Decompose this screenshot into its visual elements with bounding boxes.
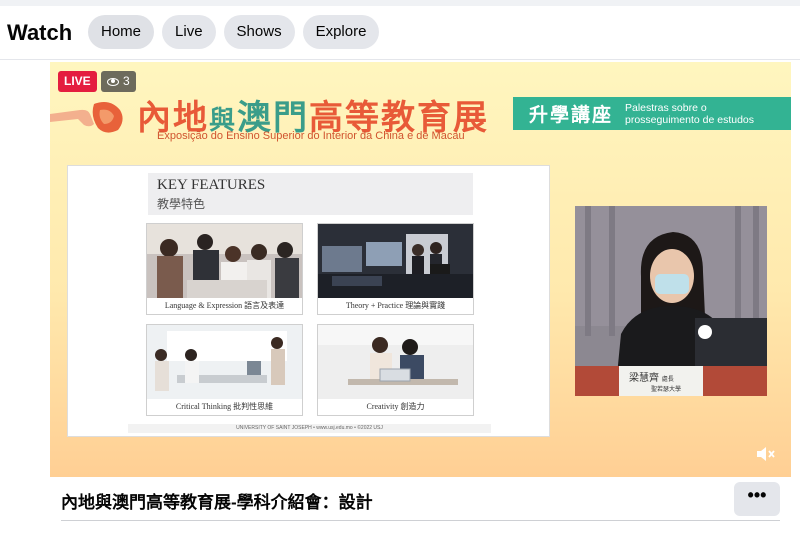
- video-player[interactable]: LIVE 3 內地與澳門高等教育展 Exposição do Ensino Su…: [50, 62, 791, 477]
- slide-footer: UNIVERSITY OF SAINT JOSEPH • www.usj.edu…: [128, 424, 491, 433]
- design-students-photo: [318, 325, 473, 399]
- more-options-button[interactable]: •••: [734, 482, 780, 516]
- seminar-banner: 升學講座 Palestras sobre o prosseguimento de…: [513, 97, 791, 130]
- card-caption-critical: Critical Thinking 批判性思維: [175, 402, 274, 411]
- nameplate-role-text: 處長: [661, 377, 674, 383]
- presenter-photo: [575, 206, 767, 396]
- watch-nav: Home Live Shows Explore: [88, 15, 380, 49]
- viewer-count: 3: [123, 74, 130, 88]
- mute-volume-icon[interactable]: [754, 443, 776, 465]
- live-badge: LIVE: [58, 71, 97, 92]
- nav-explore-button[interactable]: Explore: [302, 15, 380, 49]
- nameplate-org: 聖若瑟大學: [651, 387, 682, 393]
- studio-production-photo: [318, 224, 473, 298]
- seminar-title-zh: 升學講座: [529, 105, 614, 126]
- presentation-slide: KEY FEATURES 教學特色 Language & Expression …: [67, 165, 550, 437]
- card-caption-creativity: Creativity 創造力: [366, 402, 425, 411]
- nameplate-name-text: 梁慧齊: [629, 373, 659, 384]
- expo-subtitle: Exposição do Ensino Superior do Interior…: [157, 130, 465, 142]
- slide-title: KEY FEATURES: [157, 177, 266, 193]
- feature-card-language: Language & Expression 語言及表達: [146, 223, 303, 315]
- watch-title: Watch: [7, 20, 73, 45]
- hands-logo-icon: [50, 102, 123, 133]
- seminar-title-pt: Palestras sobre o prosseguimento de estu…: [625, 102, 754, 126]
- seminar-pt-line2: prosseguimento de estudos: [625, 113, 754, 126]
- slide-subtitle: 教學特色: [157, 197, 206, 211]
- card-caption-theory: Theory + Practice 理論與實踐: [345, 301, 446, 310]
- feature-card-critical: Critical Thinking 批判性思維: [146, 324, 303, 416]
- presenter-video: 梁慧齊 處長 聖若瑟大學: [575, 206, 767, 396]
- students-discussion-photo: [147, 224, 302, 298]
- watch-header: Watch Home Live Shows Explore: [0, 6, 800, 60]
- nav-shows-button[interactable]: Shows: [223, 15, 295, 49]
- nameplate-name: 梁慧齊 處長: [629, 369, 674, 384]
- eye-icon: [107, 77, 119, 86]
- watch-page: Watch Home Live Shows Explore LIVE 3 內地與…: [0, 0, 800, 533]
- nav-live-button[interactable]: Live: [162, 15, 216, 49]
- feature-card-creativity: Creativity 創造力: [317, 324, 474, 416]
- nav-home-button[interactable]: Home: [88, 15, 155, 49]
- viewer-count-badge: 3: [101, 71, 136, 92]
- video-title[interactable]: 內地與澳門高等教育展-學科介紹會：設計: [61, 488, 373, 513]
- classroom-photo: [147, 325, 302, 399]
- card-caption-language: Language & Expression 語言及表達: [164, 301, 285, 310]
- seminar-pt-line1: Palestras sobre o: [625, 101, 707, 114]
- title-divider: [61, 520, 780, 521]
- slide-heading-box: KEY FEATURES 教學特色: [148, 173, 473, 215]
- feature-card-theory: Theory + Practice 理論與實踐: [317, 223, 474, 315]
